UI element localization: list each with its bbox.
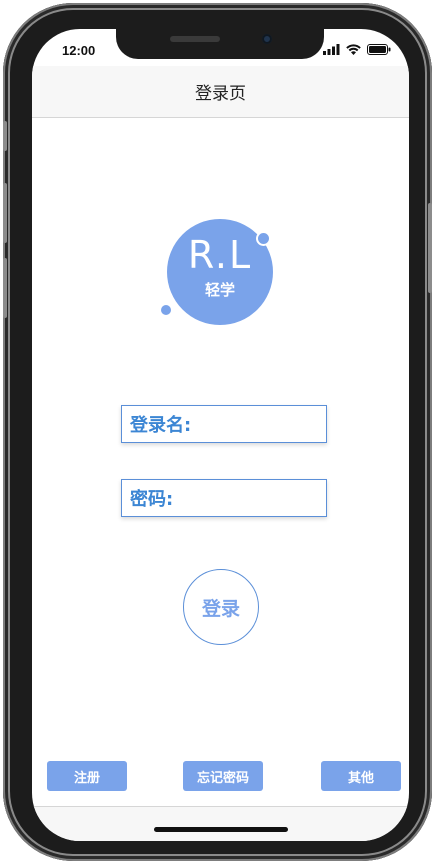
page-title: 登录页 [195,84,246,104]
password-field[interactable]: 密码: [121,479,327,517]
password-label: 密码: [130,489,174,510]
wifi-icon [346,44,361,55]
username-input[interactable] [191,409,326,439]
password-input[interactable] [173,483,326,513]
volume-down-button [3,258,7,318]
other-button[interactable]: 其他 [321,761,401,791]
username-field[interactable]: 登录名: [121,405,327,443]
phone-frame: 12:00 登录页 R.L 轻学 登录名: 密码: 登录 注册 忘记密码 其他 [3,3,432,861]
power-button [428,203,432,293]
status-icons [323,44,391,55]
login-button[interactable]: 登录 [183,569,259,645]
volume-up-button [3,183,7,243]
battery-icon [367,44,391,55]
screen: 12:00 登录页 R.L 轻学 登录名: 密码: 登录 注册 忘记密码 其他 [32,29,409,841]
speaker [170,36,220,42]
front-camera [262,34,272,44]
home-indicator [154,827,288,832]
signal-icon [323,44,340,55]
username-label: 登录名: [130,415,192,436]
bottom-bar [32,806,409,841]
notch [116,29,324,59]
mute-switch [3,121,7,151]
logo-subtitle: 轻学 [204,281,235,299]
forgot-password-button[interactable]: 忘记密码 [183,761,263,791]
logo-dot-top [256,231,271,246]
nav-bar: 登录页 [32,66,409,118]
register-button[interactable]: 注册 [47,761,127,791]
logo-dot-bottom [161,305,171,315]
status-time: 12:00 [62,43,96,58]
